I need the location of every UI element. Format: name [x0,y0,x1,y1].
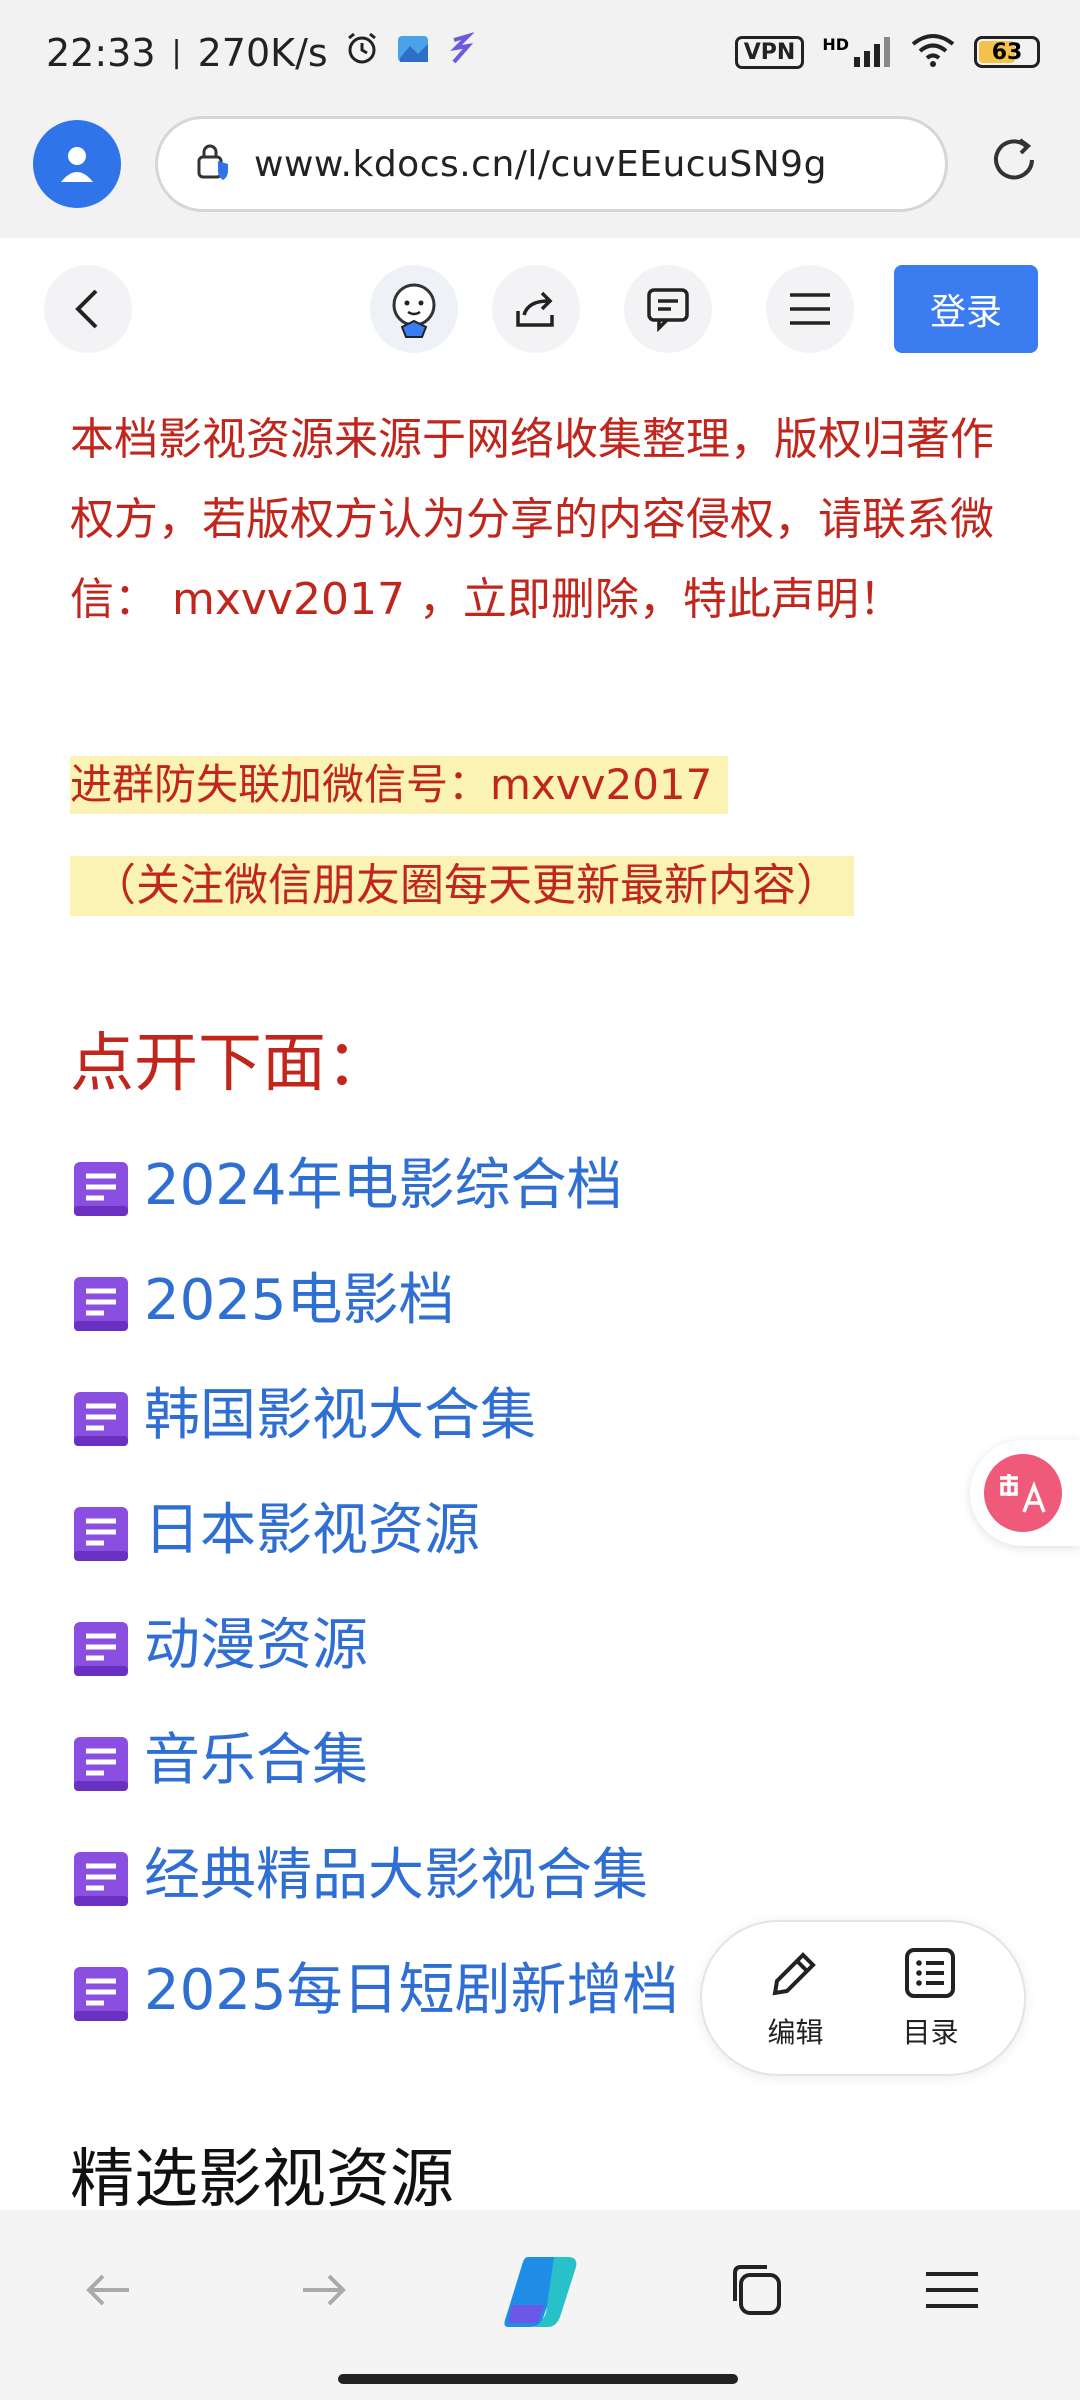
alarm-icon [344,30,380,75]
status-left: 22:33 | 270K/s [46,30,475,75]
nav-back-icon[interactable] [68,2250,148,2330]
list-item[interactable]: 经典精品大影视合集 [72,1836,679,1951]
document-content: 本档影视资源来源于网络收集整理，版权归著作权方，若版权方认为分享的内容侵权，请联… [70,400,1030,640]
translate-icon[interactable] [984,1454,1062,1532]
url-field[interactable]: www.kdocs.cn/l/cuvEEucuSN9g [155,116,948,212]
list-item[interactable]: 2024年电影综合档 [72,1146,679,1261]
menu-button[interactable] [766,265,854,353]
browser-url-bar: www.kdocs.cn/l/cuvEEucuSN9g [0,108,1080,238]
list-item[interactable]: 日本影视资源 [72,1491,679,1606]
resource-link[interactable]: 2024年电影综合档 [144,1146,623,1226]
document-icon [72,1160,132,1218]
document-icon [72,1390,132,1448]
list-item[interactable]: 韩国影视大合集 [72,1376,679,1491]
collaborator-avatar-icon[interactable] [370,265,458,353]
resource-link[interactable]: 日本影视资源 [144,1491,480,1571]
comment-button[interactable] [624,265,712,353]
resource-link[interactable]: 经典精品大影视合集 [144,1836,648,1916]
resource-link[interactable]: 音乐合集 [144,1721,368,1801]
document-icon [72,1850,132,1908]
document-icon [72,1965,132,2023]
list-icon [902,1945,958,2005]
status-bar: 22:33 | 270K/s VPN HD 63 [0,0,1080,108]
list-item[interactable]: 音乐合集 [72,1721,679,1836]
edit-button[interactable]: 编辑 [767,1945,824,2051]
document-icon [72,1505,132,1563]
tabs-icon[interactable] [716,2250,796,2330]
nav-forward-icon[interactable] [284,2250,364,2330]
translate-float-button[interactable] [970,1440,1080,1546]
refresh-icon[interactable] [984,130,1044,190]
status-time: 22:33 [46,30,156,75]
list-item[interactable]: 2025每日短剧新增档 [72,1951,679,2066]
moments-update-highlight: （关注微信朋友圈每天更新最新内容） [70,856,854,916]
copyright-notice: 本档影视资源来源于网络收集整理，版权归著作权方，若版权方认为分享的内容侵权，请联… [70,414,994,625]
section-title: 点开下面： [70,1027,390,1101]
status-right: VPN HD 63 [734,32,1040,72]
home-indicator[interactable] [338,2374,738,2384]
edit-toc-floating-panel: 编辑 目录 [700,1920,1026,2076]
browser-bottom-nav [0,2210,1080,2400]
toc-button[interactable]: 目录 [902,1945,959,2051]
document-toolbar: 登录 [0,238,1080,378]
status-speed: 270K/s [197,30,328,75]
document-icon [72,1275,132,1333]
list-item[interactable]: 2025电影档 [72,1261,679,1376]
list-item[interactable]: 动漫资源 [72,1606,679,1721]
document-icon [72,1735,132,1793]
status-divider: | [171,35,182,70]
resource-link[interactable]: 动漫资源 [144,1606,368,1686]
wechat-group-highlight: 进群防失联加微信号：mxvv2017 [70,756,729,814]
secure-lock-icon[interactable] [194,141,236,187]
document-icon [72,1620,132,1678]
resource-link[interactable]: 韩国影视大合集 [144,1376,536,1456]
share-button[interactable] [492,265,580,353]
url-text[interactable]: www.kdocs.cn/l/cuvEEucuSN9g [254,144,827,185]
user-avatar-icon[interactable] [33,120,121,208]
wifi-icon [910,32,956,72]
login-button[interactable]: 登录 [894,265,1038,353]
edit-label: 编辑 [767,2016,824,2049]
resource-link-list: 2024年电影综合档 2025电影档 韩国影视大合集 日本影视资源 动漫资源 音… [72,1146,679,2066]
app-notification-icon [396,31,430,75]
toc-label: 目录 [902,2016,959,2049]
featured-section-title: 精选影视资源 [70,2143,454,2217]
hd-label: HD [822,35,849,54]
battery-icon: 63 [974,36,1040,68]
copilot-icon[interactable] [496,2246,586,2336]
vpn-badge: VPN [734,35,805,69]
back-button[interactable] [44,265,132,353]
pencil-icon [767,1945,823,2005]
shortcut-icon [446,31,475,75]
browser-menu-icon[interactable] [912,2250,992,2330]
resource-link[interactable]: 2025电影档 [144,1261,455,1341]
battery-level: 63 [991,39,1023,65]
signal-icon: HD [822,35,892,69]
resource-link[interactable]: 2025每日短剧新增档 [144,1951,679,2031]
